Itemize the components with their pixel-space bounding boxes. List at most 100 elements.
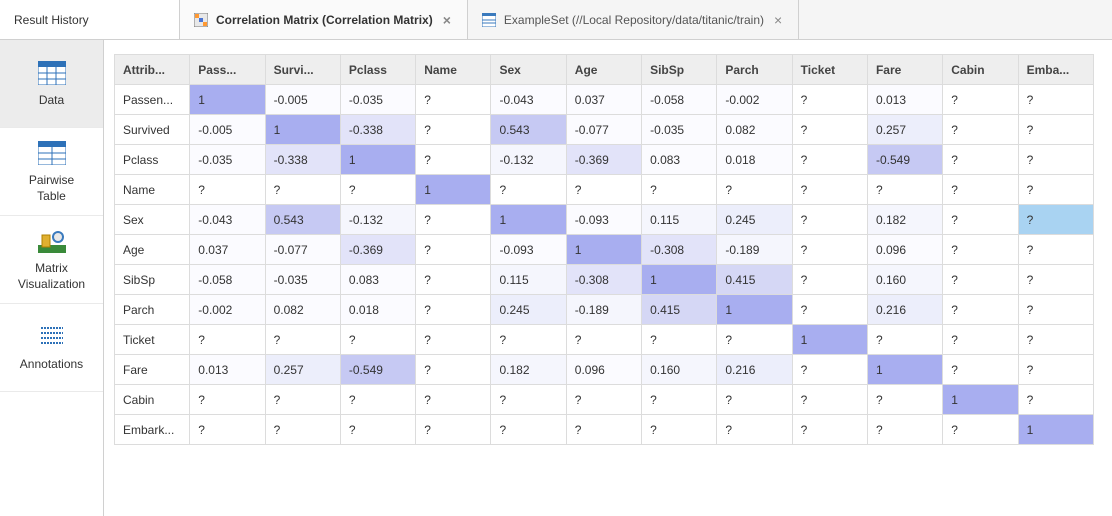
correlation-cell[interactable]: 1: [717, 295, 792, 325]
correlation-cell[interactable]: ?: [717, 175, 792, 205]
correlation-cell[interactable]: -0.077: [566, 115, 641, 145]
correlation-cell[interactable]: ?: [717, 325, 792, 355]
column-header[interactable]: Emba...: [1018, 55, 1093, 85]
correlation-cell[interactable]: ?: [792, 235, 867, 265]
correlation-cell[interactable]: 0.037: [566, 85, 641, 115]
correlation-cell[interactable]: -0.058: [190, 265, 265, 295]
correlation-cell[interactable]: 1: [566, 235, 641, 265]
sidebar-item-pairwise-table[interactable]: Pairwise Table: [0, 128, 103, 216]
correlation-cell[interactable]: -0.002: [717, 85, 792, 115]
correlation-cell[interactable]: ?: [642, 175, 717, 205]
row-header[interactable]: Name: [115, 175, 190, 205]
correlation-cell[interactable]: ?: [416, 85, 491, 115]
correlation-cell[interactable]: 0.096: [566, 355, 641, 385]
row-header[interactable]: Survived: [115, 115, 190, 145]
correlation-cell[interactable]: ?: [1018, 355, 1093, 385]
correlation-cell[interactable]: 0.115: [491, 265, 566, 295]
correlation-cell[interactable]: 1: [491, 205, 566, 235]
correlation-cell[interactable]: 0.415: [717, 265, 792, 295]
row-header[interactable]: Sex: [115, 205, 190, 235]
correlation-cell[interactable]: 0.160: [642, 355, 717, 385]
correlation-cell[interactable]: 0.037: [190, 235, 265, 265]
correlation-cell[interactable]: ?: [867, 385, 942, 415]
correlation-cell[interactable]: ?: [1018, 235, 1093, 265]
correlation-cell[interactable]: ?: [792, 145, 867, 175]
correlation-cell[interactable]: 0.245: [491, 295, 566, 325]
correlation-cell[interactable]: 0.257: [867, 115, 942, 145]
correlation-cell[interactable]: ?: [1018, 295, 1093, 325]
correlation-cell[interactable]: -0.093: [491, 235, 566, 265]
correlation-cell[interactable]: 1: [265, 115, 340, 145]
correlation-cell[interactable]: ?: [1018, 205, 1093, 235]
correlation-cell[interactable]: 1: [416, 175, 491, 205]
column-header[interactable]: Age: [566, 55, 641, 85]
correlation-cell[interactable]: ?: [792, 175, 867, 205]
correlation-cell[interactable]: ?: [717, 385, 792, 415]
correlation-cell[interactable]: ?: [416, 145, 491, 175]
correlation-cell[interactable]: ?: [416, 385, 491, 415]
correlation-cell[interactable]: -0.549: [340, 355, 415, 385]
correlation-cell[interactable]: 0.082: [717, 115, 792, 145]
correlation-cell[interactable]: ?: [340, 415, 415, 445]
row-header[interactable]: Parch: [115, 295, 190, 325]
correlation-cell[interactable]: ?: [190, 175, 265, 205]
correlation-cell[interactable]: ?: [566, 385, 641, 415]
correlation-cell[interactable]: 1: [642, 265, 717, 295]
correlation-cell[interactable]: ?: [416, 295, 491, 325]
correlation-cell[interactable]: ?: [943, 115, 1018, 145]
correlation-cell[interactable]: 0.083: [340, 265, 415, 295]
correlation-cell[interactable]: 0.082: [265, 295, 340, 325]
correlation-cell[interactable]: ?: [642, 325, 717, 355]
close-icon[interactable]: ×: [441, 12, 453, 28]
column-header[interactable]: Name: [416, 55, 491, 85]
correlation-cell[interactable]: ?: [190, 385, 265, 415]
correlation-cell[interactable]: ?: [943, 415, 1018, 445]
correlation-cell[interactable]: ?: [792, 115, 867, 145]
correlation-cell[interactable]: ?: [416, 235, 491, 265]
correlation-cell[interactable]: ?: [1018, 265, 1093, 295]
row-header[interactable]: Embark...: [115, 415, 190, 445]
correlation-cell[interactable]: ?: [792, 385, 867, 415]
correlation-cell[interactable]: ?: [416, 415, 491, 445]
correlation-cell[interactable]: -0.369: [340, 235, 415, 265]
correlation-cell[interactable]: -0.035: [265, 265, 340, 295]
correlation-cell[interactable]: ?: [642, 415, 717, 445]
correlation-cell[interactable]: 0.160: [867, 265, 942, 295]
tab-result-history[interactable]: Result History: [0, 0, 180, 39]
correlation-cell[interactable]: -0.002: [190, 295, 265, 325]
correlation-cell[interactable]: -0.043: [190, 205, 265, 235]
correlation-cell[interactable]: ?: [1018, 85, 1093, 115]
correlation-cell[interactable]: ?: [792, 265, 867, 295]
correlation-cell[interactable]: ?: [265, 175, 340, 205]
correlation-cell[interactable]: 1: [867, 355, 942, 385]
column-header[interactable]: Parch: [717, 55, 792, 85]
correlation-cell[interactable]: ?: [340, 385, 415, 415]
correlation-cell[interactable]: -0.035: [642, 115, 717, 145]
correlation-cell[interactable]: ?: [867, 415, 942, 445]
correlation-table[interactable]: Attrib...Pass...Survi...PclassNameSexAge…: [114, 54, 1094, 445]
correlation-cell[interactable]: ?: [190, 415, 265, 445]
column-header[interactable]: Fare: [867, 55, 942, 85]
row-header[interactable]: Fare: [115, 355, 190, 385]
sidebar-item-matrix-visualization[interactable]: Matrix Visualization: [0, 216, 103, 304]
correlation-cell[interactable]: ?: [792, 415, 867, 445]
correlation-cell[interactable]: -0.549: [867, 145, 942, 175]
correlation-cell[interactable]: 0.182: [491, 355, 566, 385]
correlation-cell[interactable]: -0.077: [265, 235, 340, 265]
correlation-cell[interactable]: ?: [943, 235, 1018, 265]
correlation-cell[interactable]: 1: [340, 145, 415, 175]
correlation-cell[interactable]: ?: [491, 325, 566, 355]
correlation-cell[interactable]: 0.415: [642, 295, 717, 325]
correlation-cell[interactable]: 0.257: [265, 355, 340, 385]
correlation-cell[interactable]: ?: [943, 205, 1018, 235]
correlation-cell[interactable]: ?: [265, 385, 340, 415]
tab-exampleset[interactable]: ExampleSet (//Local Repository/data/tita…: [468, 0, 799, 39]
column-header[interactable]: SibSp: [642, 55, 717, 85]
correlation-cell[interactable]: -0.035: [340, 85, 415, 115]
column-header[interactable]: Sex: [491, 55, 566, 85]
correlation-cell[interactable]: -0.189: [566, 295, 641, 325]
correlation-cell[interactable]: 0.013: [867, 85, 942, 115]
correlation-cell[interactable]: ?: [1018, 115, 1093, 145]
correlation-cell[interactable]: 0.018: [717, 145, 792, 175]
correlation-cell[interactable]: ?: [867, 175, 942, 205]
